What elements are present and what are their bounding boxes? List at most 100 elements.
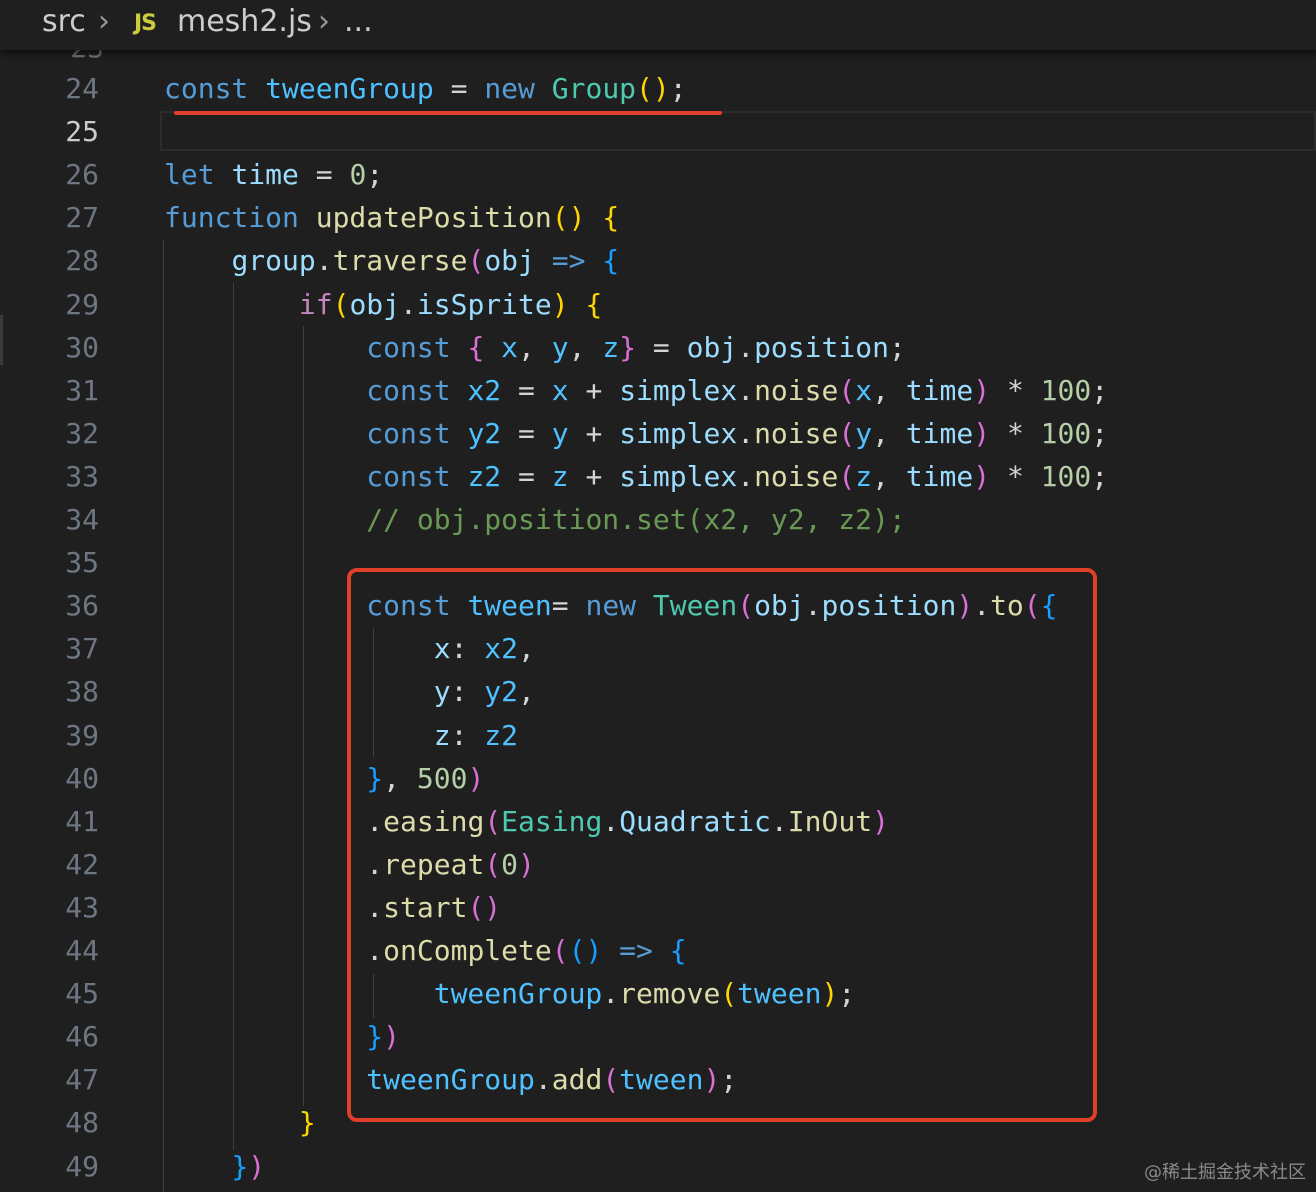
code-token: (	[838, 416, 856, 450]
code-token: traverse	[332, 244, 468, 278]
line-number[interactable]: 27	[0, 196, 99, 239]
code-token: =	[501, 459, 552, 493]
line-number[interactable]: 38	[0, 670, 99, 713]
line-number[interactable]: 45	[0, 972, 99, 1015]
line-number[interactable]: 47	[0, 1058, 99, 1101]
code-line[interactable]: 28 group.traverse(obj => {	[0, 239, 1316, 282]
line-number[interactable]: 43	[0, 886, 99, 929]
code-token: tweenGroup	[265, 72, 434, 105]
line-number[interactable]: 29	[0, 283, 99, 326]
code-line[interactable]: 33 const z2 = z + simplex.noise(z, time)…	[0, 455, 1316, 498]
line-number[interactable]: 40	[0, 757, 99, 800]
code-line[interactable]: 32 const y2 = y + simplex.noise(y, time)…	[0, 412, 1316, 455]
code-token: =>	[551, 244, 586, 278]
code-line[interactable]: 27 function updatePosition() {	[0, 196, 1316, 239]
code-line[interactable]: 29 if(obj.isSprite) {	[0, 283, 1316, 326]
code-text[interactable]: const { x, y, z} = obj.position;	[164, 326, 905, 369]
javascript-file-icon: JS	[134, 11, 157, 36]
line-number[interactable]: 24	[0, 67, 99, 110]
code-line[interactable]: 30 const { x, y, z} = obj.position;	[0, 326, 1316, 369]
code-token: noise	[754, 416, 839, 450]
code-text[interactable]: const y2 = y + simplex.noise(y, time) * …	[164, 412, 1108, 455]
breadcrumb-file[interactable]: mesh2.js	[177, 4, 312, 39]
code-token: time	[905, 373, 974, 407]
code-token: const	[366, 416, 451, 450]
code-line[interactable]: 24 const tweenGroup = new Group();	[0, 67, 1316, 110]
line-number[interactable]: 34	[0, 498, 99, 541]
code-token: updatePosition	[315, 201, 552, 235]
line-number[interactable]: 30	[0, 326, 99, 369]
breadcrumb-more[interactable]: ...	[344, 4, 373, 39]
code-token: simplex	[619, 459, 738, 493]
code-token: z	[602, 330, 620, 364]
line-number[interactable]: 35	[0, 541, 99, 584]
code-token: }	[231, 1149, 249, 1183]
code-token: ;	[366, 158, 384, 192]
code-line[interactable]: 31 const x2 = x + simplex.noise(x, time)…	[0, 369, 1316, 412]
line-number-partial: 23	[64, 50, 104, 62]
code-text[interactable]: const x2 = x + simplex.noise(x, time) * …	[164, 369, 1108, 412]
code-text[interactable]: // obj.position.set(x2, y2, z2);	[164, 498, 905, 541]
code-text[interactable]: function updatePosition() {	[164, 196, 619, 239]
code-token: +	[568, 416, 620, 450]
line-number[interactable]: 33	[0, 455, 99, 498]
line-number[interactable]: 42	[0, 843, 99, 886]
breadcrumb-folder[interactable]: src	[42, 4, 86, 39]
line-number[interactable]: 37	[0, 627, 99, 670]
code-text[interactable]: const z2 = z + simplex.noise(z, time) * …	[164, 455, 1108, 498]
code-token: =	[636, 330, 687, 364]
line-number[interactable]: 31	[0, 369, 99, 412]
code-token: )	[973, 459, 991, 493]
chevron-right-icon: ›	[318, 4, 330, 39]
code-line[interactable]: 49 })	[0, 1145, 1316, 1188]
watermark: @稀土掘金技术社区	[1144, 1162, 1306, 1183]
code-line[interactable]: 25	[0, 110, 1316, 153]
code-text[interactable]: if(obj.isSprite) {	[164, 283, 602, 326]
code-token: *	[990, 459, 1041, 493]
code-token: x	[551, 373, 569, 407]
line-number[interactable]: 32	[0, 412, 99, 455]
code-token: obj	[686, 330, 738, 364]
line-number[interactable]: 25	[0, 110, 99, 153]
line-number[interactable]: 49	[0, 1145, 99, 1188]
line-number[interactable]: 28	[0, 239, 99, 282]
line-number[interactable]: 46	[0, 1015, 99, 1058]
annotation-box	[347, 568, 1097, 1122]
code-token: }	[619, 330, 637, 364]
code-token: obj	[484, 244, 535, 278]
code-token: noise	[754, 459, 839, 493]
line-number[interactable]: 44	[0, 929, 99, 972]
code-line[interactable]: 34 // obj.position.set(x2, y2, z2);	[0, 498, 1316, 541]
code-text[interactable]: })	[164, 1145, 265, 1188]
line-number[interactable]: 48	[0, 1101, 99, 1144]
code-token: ;	[669, 72, 687, 105]
code-token: obj	[349, 287, 401, 321]
line-number[interactable]: 41	[0, 800, 99, 843]
code-token: x2	[467, 373, 502, 407]
code-text[interactable]: }	[164, 1101, 316, 1144]
code-token: y2	[467, 416, 502, 450]
code-text[interactable]: group.traverse(obj => {	[164, 239, 619, 282]
code-text[interactable]: let time = 0;	[164, 153, 383, 196]
code-token: .	[737, 459, 755, 493]
line-number[interactable]: 36	[0, 584, 99, 627]
code-token: {	[602, 201, 620, 235]
code-token: {	[602, 244, 620, 278]
code-text[interactable]: const tweenGroup = new Group();	[164, 67, 687, 110]
code-line[interactable]: 26 let time = 0;	[0, 153, 1316, 196]
line-number[interactable]: 39	[0, 714, 99, 757]
code-token: {	[585, 287, 603, 321]
code-token: =	[501, 416, 552, 450]
code-token: .	[400, 287, 417, 321]
line-number[interactable]: 26	[0, 153, 99, 196]
code-token: z2	[467, 459, 502, 493]
